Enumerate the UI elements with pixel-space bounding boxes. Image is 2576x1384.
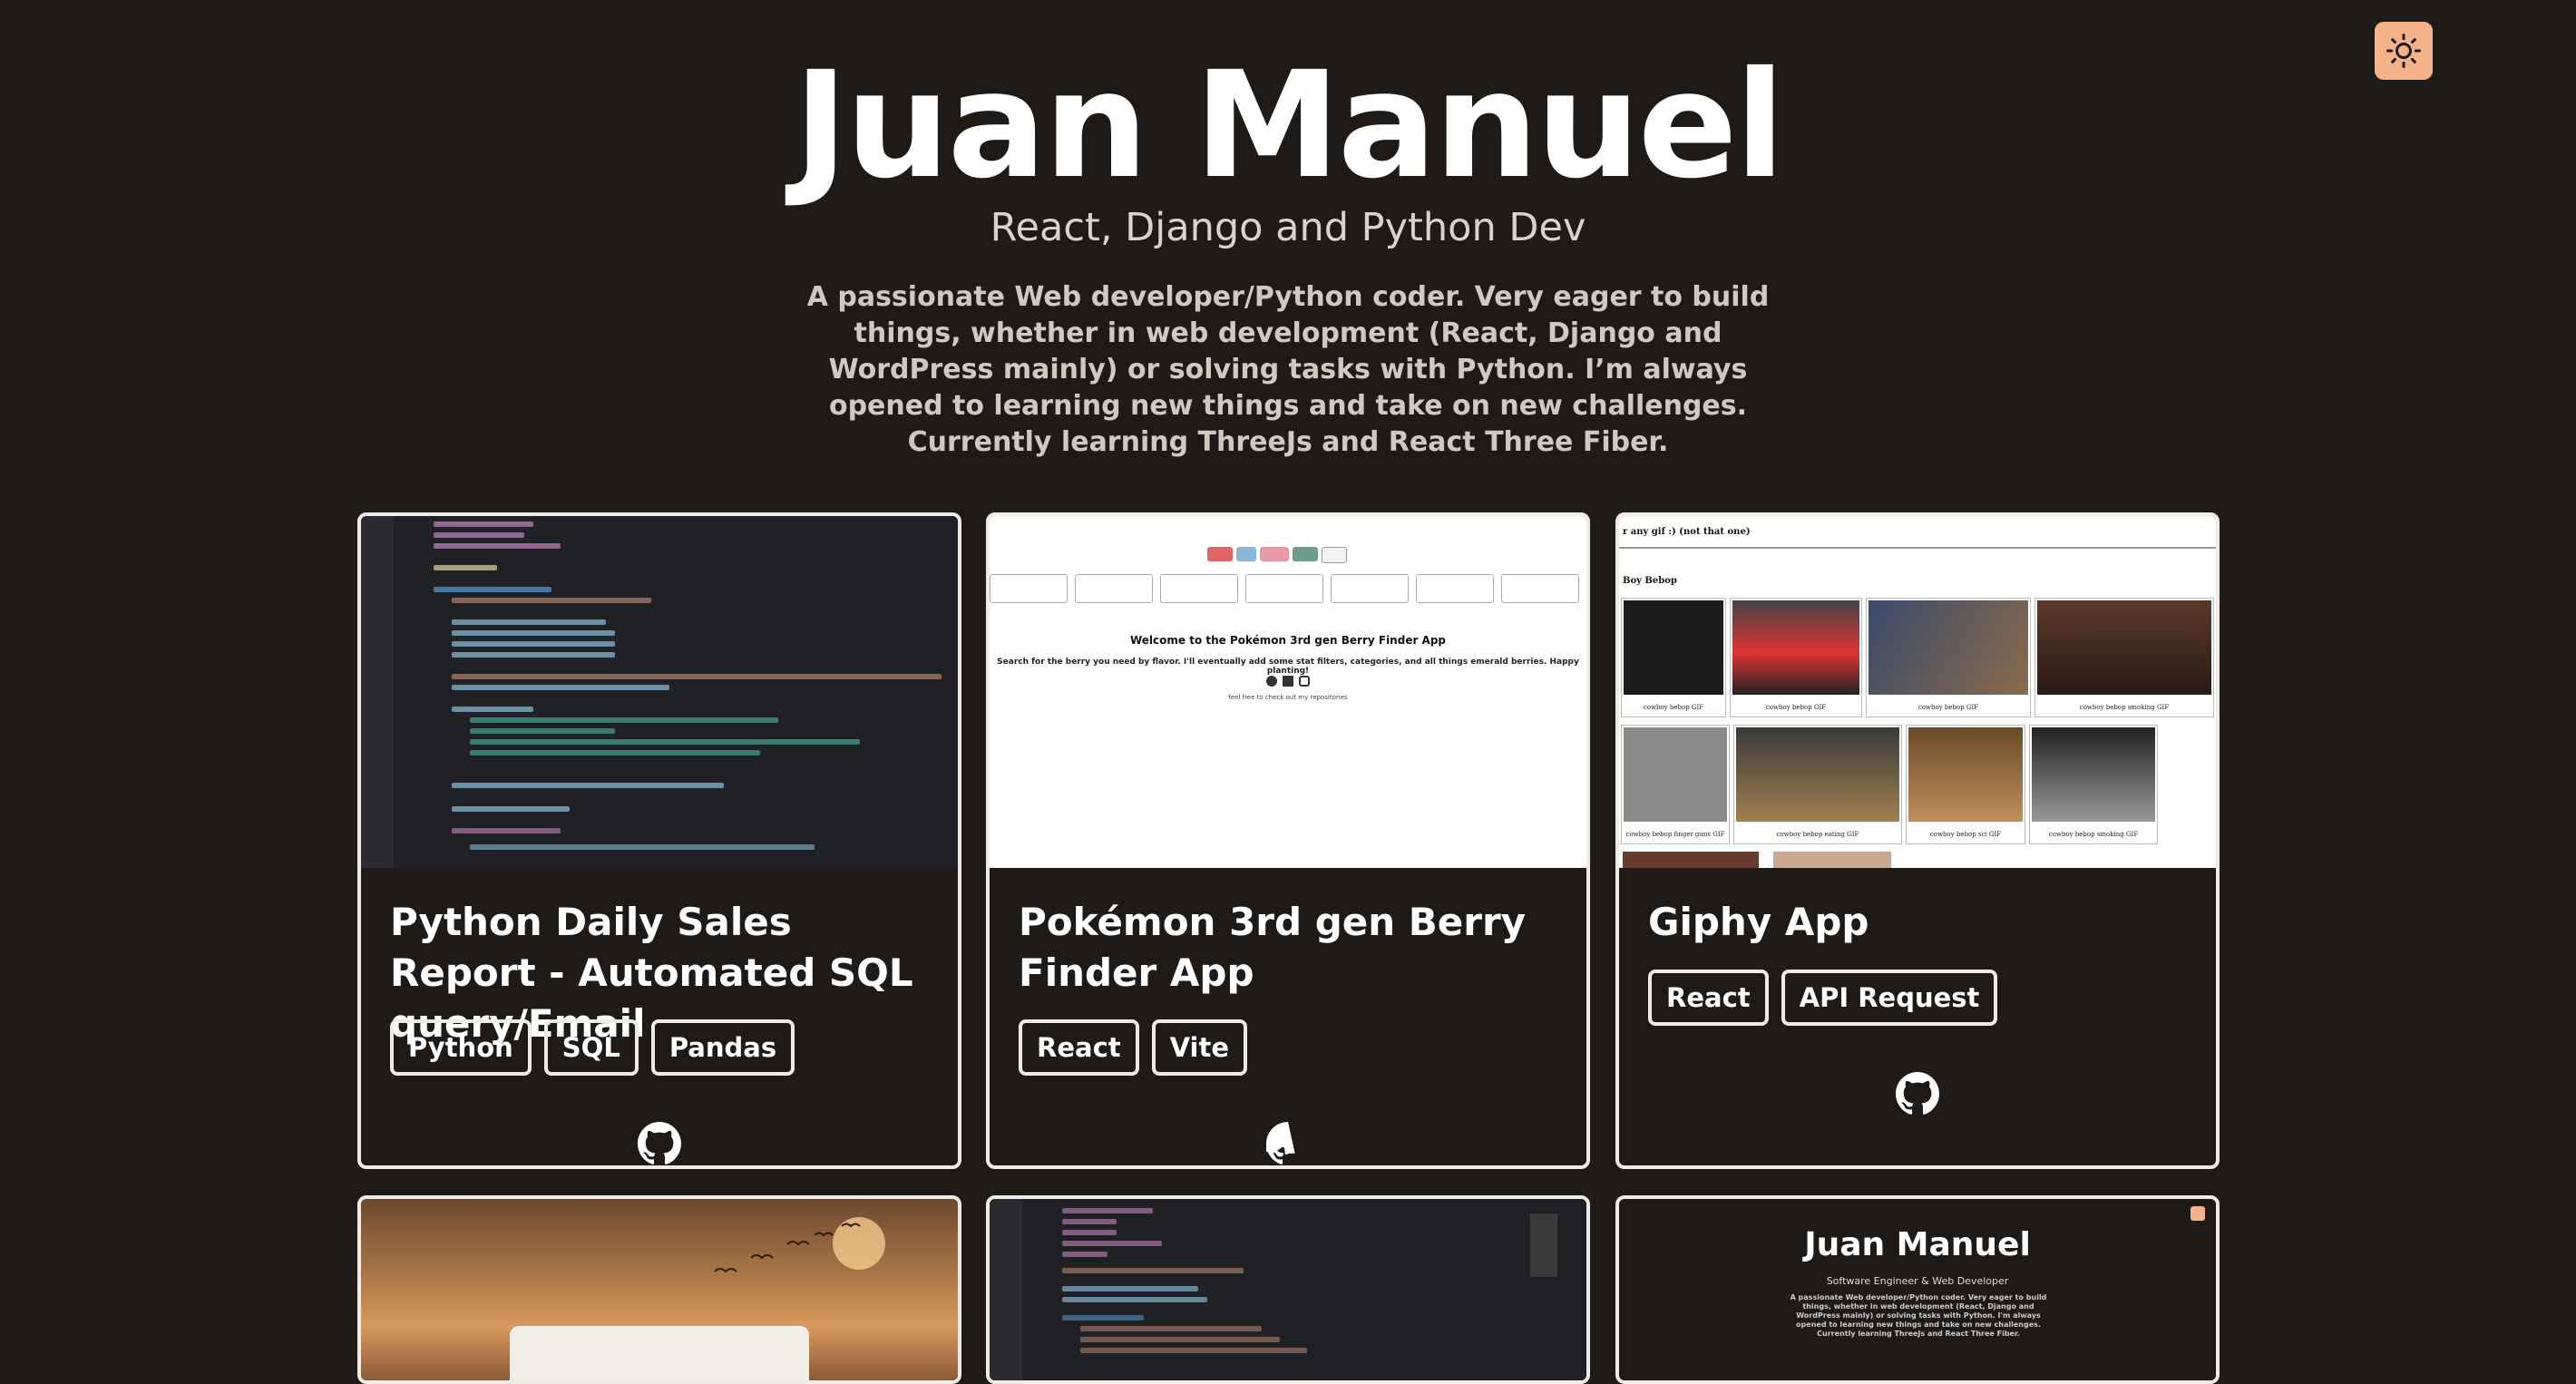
project-preview-image: Juan Manuel Software Engineer & Web Deve…	[1619, 1199, 2216, 1380]
project-tags: React Vite	[1019, 1019, 1248, 1076]
project-card-sales-report[interactable]: Python Daily Sales Report - Automated SQ…	[357, 512, 961, 1169]
project-title: Pokémon 3rd gen Berry Finder App	[1019, 900, 1527, 995]
tag: Pandas	[650, 1019, 795, 1076]
tag: Vite	[1151, 1019, 1248, 1076]
tag: Python	[390, 1019, 532, 1076]
github-icon[interactable]	[1266, 1122, 1310, 1165]
project-card-berry-finder[interactable]: Welcome to the Pokémon 3rd gen Berry Fin…	[986, 512, 1590, 1169]
project-preview-image: r any gif :) (not that one) Boy Bebop co…	[1619, 516, 2216, 868]
preview-heading: Welcome to the Pokémon 3rd gen Berry Fin…	[1129, 634, 1447, 647]
project-card-code-editor[interactable]	[986, 1195, 1590, 1384]
project-card-giphy[interactable]: r any gif :) (not that one) Boy Bebop co…	[1615, 512, 2220, 1169]
project-preview-image	[361, 1199, 958, 1380]
github-icon[interactable]	[1896, 1072, 1939, 1116]
preview-role: Software Engineer & Web Developer	[1826, 1275, 2009, 1287]
preview-subheading: Search for the berry you need by flavor.…	[997, 658, 1579, 676]
tag: SQL	[543, 1019, 639, 1076]
preview-bio: A passionate Web developer/Python coder.…	[1790, 1293, 2047, 1338]
project-title: Giphy App	[1648, 900, 1869, 944]
page-title: Juan Manuel	[793, 41, 1785, 211]
preview-note: feel free to check out my repositories	[1228, 694, 1348, 701]
preview-section-label: Boy Bebop	[1623, 576, 1677, 586]
project-tags: React API Request	[1648, 970, 1998, 1026]
project-preview-image: Welcome to the Pokémon 3rd gen Berry Fin…	[990, 516, 1586, 868]
role-subtitle: React, Django and Python Dev	[990, 205, 1586, 250]
project-card-portfolio[interactable]: Juan Manuel Software Engineer & Web Deve…	[1615, 1195, 2220, 1384]
project-preview-image	[361, 516, 958, 868]
tag: React	[1019, 1019, 1139, 1076]
tag: API Request	[1781, 970, 1998, 1026]
project-tags: Python SQL Pandas	[390, 1019, 795, 1076]
bio-paragraph: A passionate Web developer/Python coder.…	[806, 281, 1770, 458]
project-preview-image	[990, 1199, 1586, 1380]
github-icon[interactable]	[638, 1122, 681, 1165]
project-card-landscape[interactable]	[357, 1195, 961, 1384]
preview-search-text: r any gif :) (not that one)	[1623, 527, 1751, 537]
tag: React	[1648, 970, 1769, 1026]
preview-name: Juan Manuel	[1804, 1226, 2031, 1263]
